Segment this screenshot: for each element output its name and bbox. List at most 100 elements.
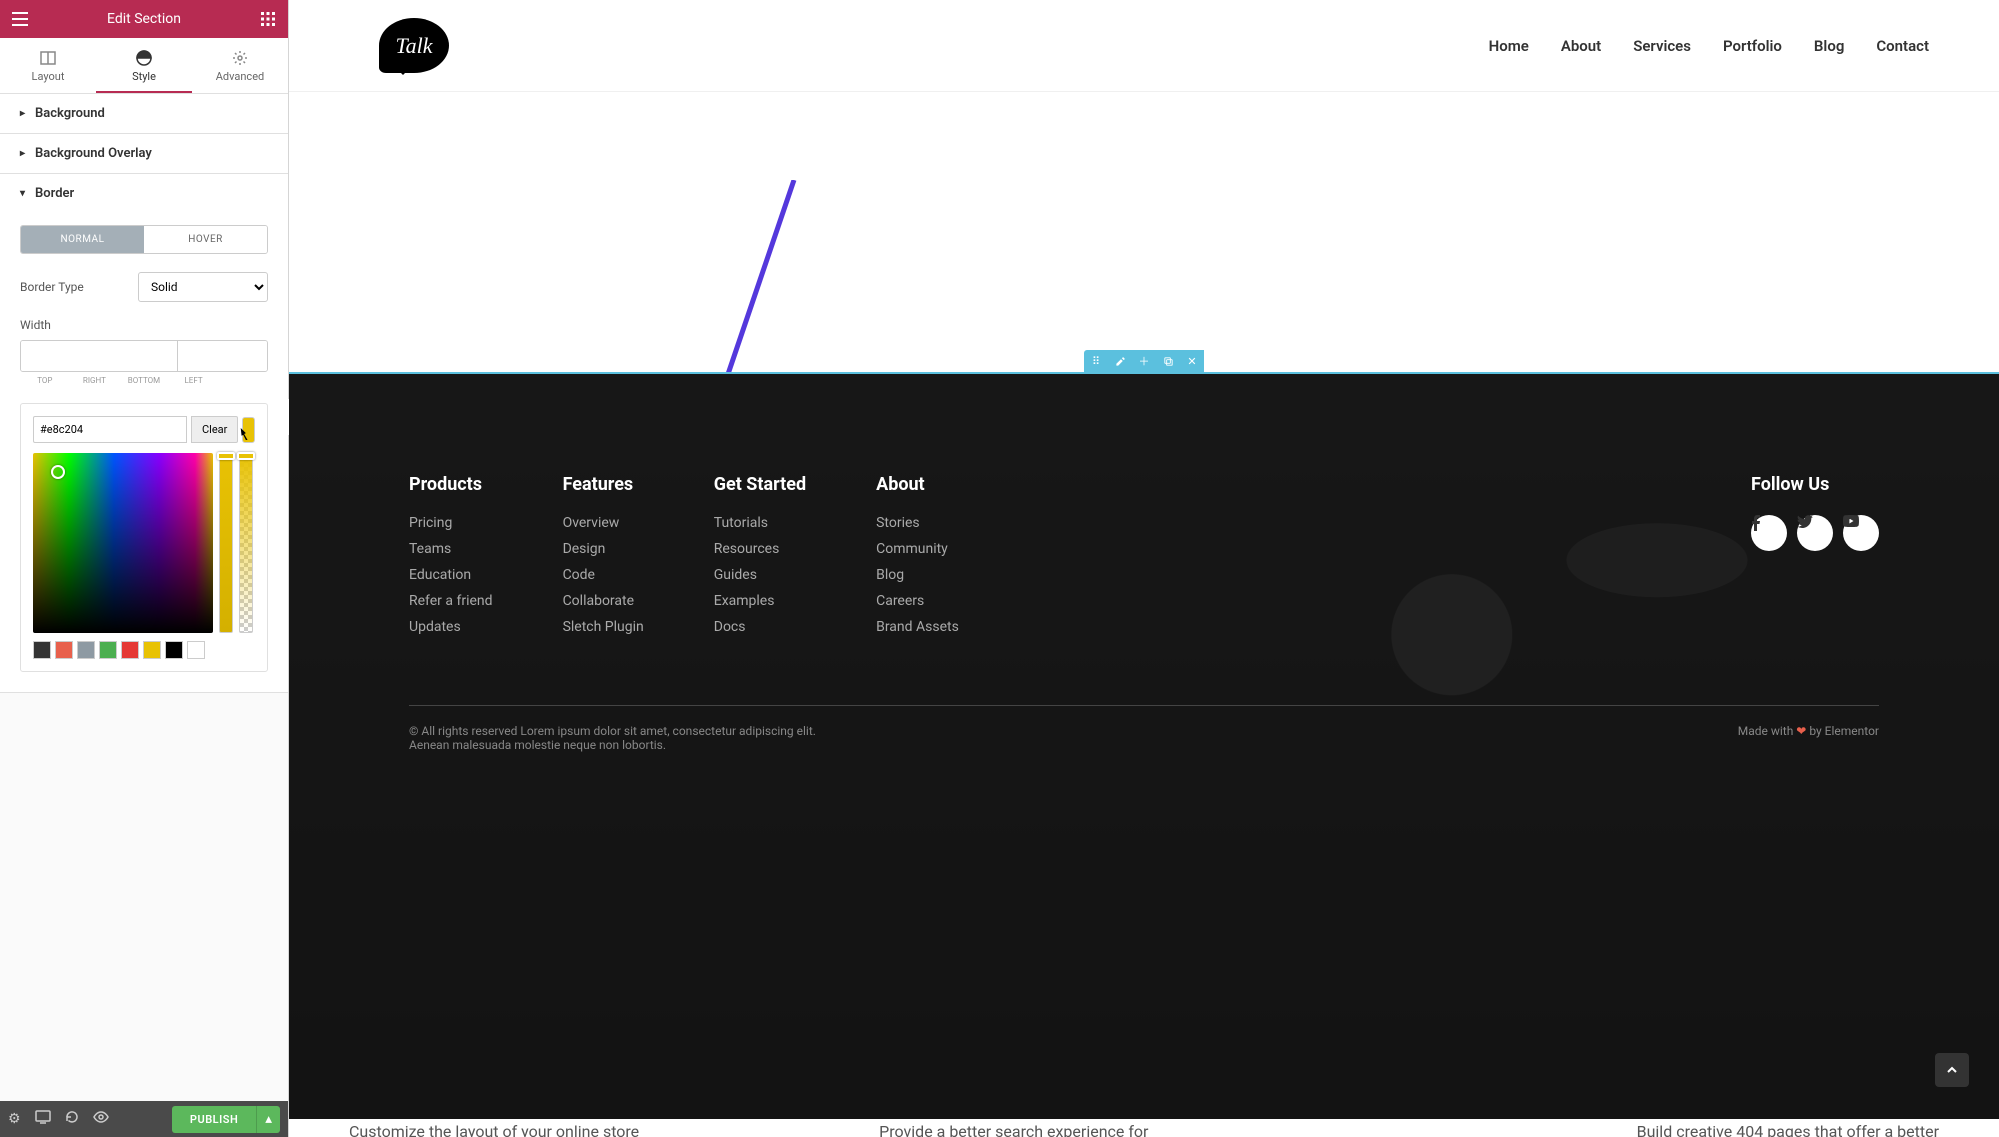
state-normal-button[interactable]: NORMAL [21,226,144,253]
caret-right-icon: ▸ [20,108,25,119]
accordion-background-overlay[interactable]: ▸ Background Overlay [0,134,288,173]
border-type-label: Border Type [20,280,84,294]
site-logo[interactable]: Talk [379,18,449,73]
section-handle-icon[interactable]: ⠿ [1084,350,1108,372]
responsive-icon[interactable] [35,1110,51,1128]
tab-style[interactable]: Style [96,38,192,93]
site-header: Talk Home About Services Portfolio Blog Conta… [289,0,1999,92]
hamburger-icon[interactable] [10,9,30,29]
section-edit-icon[interactable] [1108,350,1132,372]
footer-column-get-started: Get Started Tutorials Resources Guides Examp… [714,474,806,645]
footer-made-with: Made with ❤ by Elementor [1738,724,1879,752]
side-bottom-label: BOTTOM [119,376,169,385]
color-handle[interactable] [51,465,65,479]
footer-link[interactable]: Updates [409,619,493,635]
footer-column-about: About Stories Community Blog Careers Brand As… [876,474,959,645]
footer-link[interactable]: Refer a friend [409,593,493,609]
accordion-bg-overlay-label: Background Overlay [35,146,152,161]
color-swatch[interactable] [77,641,95,659]
facebook-icon[interactable] [1751,515,1787,551]
footer-copyright: © All rights reserved Lorem ipsum dolor … [409,724,816,752]
section-add-icon[interactable]: ＋ [1132,350,1156,372]
scroll-top-button[interactable] [1935,1053,1969,1087]
side-top-label: TOP [20,376,70,385]
footer-link[interactable]: Overview [563,515,644,531]
publish-button[interactable]: PUBLISH [172,1106,256,1133]
color-current-swatch[interactable] [242,417,255,443]
nav-link-services[interactable]: Services [1633,37,1691,55]
history-icon[interactable] [65,1110,79,1128]
preview-icon[interactable] [93,1111,109,1127]
accordion-background[interactable]: ▸ Background [0,94,288,133]
color-swatch[interactable] [33,641,51,659]
color-swatch[interactable] [187,641,205,659]
accordion-background-label: Background [35,106,105,121]
footer-link[interactable]: Tutorials [714,515,806,531]
footer-link[interactable]: Docs [714,619,806,635]
cutoff-text: Customize the layout of your online stor… [289,1122,1999,1137]
footer-link[interactable]: Guides [714,567,806,583]
color-swatch[interactable] [55,641,73,659]
section-close-icon[interactable]: ✕ [1180,350,1204,372]
alpha-slider[interactable] [239,453,253,633]
caret-down-icon: ▾ [20,188,25,199]
footer-link[interactable]: Brand Assets [876,619,959,635]
color-swatch[interactable] [121,641,139,659]
side-left-label: LEFT [169,376,219,385]
footer-link[interactable]: Examples [714,593,806,609]
footer-link[interactable]: Design [563,541,644,557]
caret-right-icon: ▸ [20,148,25,159]
color-swatch[interactable] [99,641,117,659]
panel-title: Edit Section [30,11,258,27]
grid-icon[interactable] [258,9,278,29]
footer-follow: Follow Us [1751,474,1879,645]
nav-link-about[interactable]: About [1561,37,1601,55]
accordion-border[interactable]: ▾ Border [0,174,288,213]
nav-link-home[interactable]: Home [1489,37,1529,55]
border-type-select[interactable]: Solid [138,272,268,302]
color-hex-input[interactable] [33,416,187,443]
nav-link-contact[interactable]: Contact [1876,37,1929,55]
footer-column-title: Get Started [714,474,806,495]
preview-area: Talk Home About Services Portfolio Blog Conta… [289,0,1999,1137]
twitter-icon[interactable] [1797,515,1833,551]
footer-link[interactable]: Community [876,541,959,557]
footer-link[interactable]: Collaborate [563,593,644,609]
nav-link-portfolio[interactable]: Portfolio [1723,37,1782,55]
color-picker: Clear [20,403,268,672]
section-toolbar: ⠿ ＋ ✕ [1084,350,1204,372]
section-duplicate-icon[interactable] [1156,350,1180,372]
color-clear-button[interactable]: Clear [191,416,238,443]
footer-section[interactable]: ProductsPricingTeamsEducationRefer a fri… [289,372,1999,1119]
width-top-input[interactable] [21,341,178,371]
tab-advanced-label: Advanced [216,70,264,83]
color-swatch[interactable] [165,641,183,659]
edit-panel: Edit Section Layout Style Advanced ▸ [0,0,289,1137]
hue-slider[interactable] [219,453,233,633]
color-swatch[interactable] [143,641,161,659]
footer-column-title: About [876,474,959,495]
publish-caret-button[interactable]: ▴ [256,1106,280,1133]
tab-advanced[interactable]: Advanced [192,38,288,93]
footer-link[interactable]: Stories [876,515,959,531]
nav-link-blog[interactable]: Blog [1814,37,1844,55]
youtube-icon[interactable] [1843,515,1879,551]
footer-link[interactable]: Teams [409,541,493,557]
footer-link[interactable]: Pricing [409,515,493,531]
color-swatches [33,641,255,659]
tab-layout-label: Layout [32,70,65,83]
footer-link[interactable]: Blog [876,567,959,583]
state-hover-button[interactable]: HOVER [144,226,267,253]
settings-icon[interactable]: ⚙ [8,1111,21,1127]
footer-column-features: FeaturesOverviewDesignCodeCollaborateSle… [563,474,644,645]
footer-link[interactable]: Education [409,567,493,583]
width-inputs [20,340,268,372]
tab-layout[interactable]: Layout [0,38,96,93]
color-saturation-area[interactable] [33,453,213,633]
footer-link[interactable]: Resources [714,541,806,557]
width-right-input[interactable] [178,341,268,371]
footer-link[interactable]: Code [563,567,644,583]
footer-link[interactable]: Sletch Plugin [563,619,644,635]
tab-style-label: Style [132,70,156,83]
footer-link[interactable]: Careers [876,593,959,609]
